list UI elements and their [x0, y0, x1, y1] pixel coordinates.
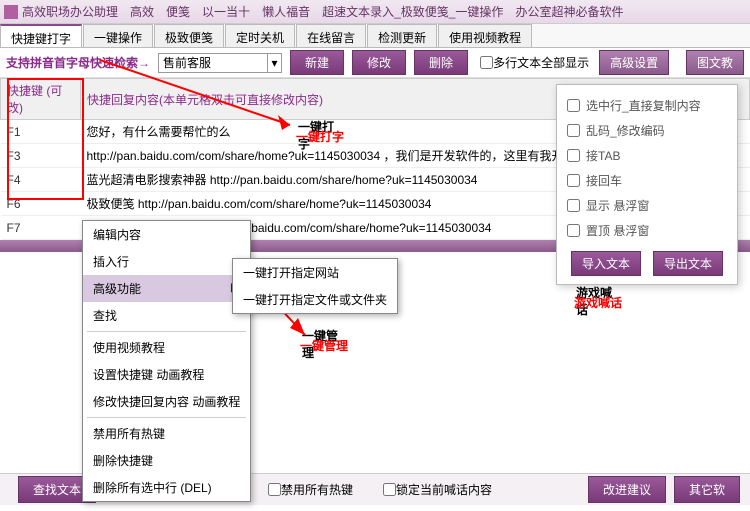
tab-feedback[interactable]: 在线留言 [296, 24, 366, 47]
opt-encoding[interactable]: 乱码_修改编码 [565, 118, 729, 143]
mi-find[interactable]: 查找 [83, 302, 250, 329]
mi-video[interactable]: 使用视频教程 [83, 334, 250, 361]
new-button[interactable]: 新建 [290, 50, 344, 75]
mi-edit[interactable]: 编辑内容 [83, 221, 250, 248]
opt-float[interactable]: 显示 悬浮窗 [565, 193, 729, 218]
lock-check[interactable]: 锁定当前喊话内容 [383, 481, 492, 498]
mi-openfile[interactable]: 一键打开指定文件或文件夹 [233, 286, 397, 313]
mi-editreply[interactable]: 修改快捷回复内容 动画教程 [83, 388, 250, 415]
multiline-checkbox[interactable] [480, 56, 493, 69]
title-part: 超速文本录入_极致便笺_一键操作 [322, 3, 503, 20]
mi-opensite[interactable]: 一键打开指定网站 [233, 259, 397, 286]
tabbar: 快捷键打字 一键操作 极致便笺 定时关机 在线留言 检测更新 使用视频教程 [0, 24, 750, 48]
title-part: 以一当十 [202, 3, 250, 20]
disable-all-check[interactable]: 禁用所有热键 [268, 481, 353, 498]
tab-shutdown[interactable]: 定时关机 [225, 24, 295, 47]
edit-button[interactable]: 修改 [352, 50, 406, 75]
opt-enter[interactable]: 接回车 [565, 168, 729, 193]
mi-advanced[interactable]: 高级功能▶ [83, 275, 250, 302]
tab-hotkey[interactable]: 快捷键打字 [0, 24, 82, 47]
mi-delsel[interactable]: 删除所有选中行 (DEL) [83, 474, 250, 501]
menu-sep [87, 331, 246, 332]
delete-button[interactable]: 删除 [414, 50, 468, 75]
import-button[interactable]: 导入文本 [571, 251, 641, 276]
suggest-button[interactable]: 改进建议 [588, 476, 666, 503]
mi-disableall[interactable]: 禁用所有热键 [83, 420, 250, 447]
anno-text-3: 游戏喊话游戏喊话 [574, 282, 622, 314]
mi-insert[interactable]: 插入行 [83, 248, 250, 275]
titlebar: 高效职场办公助理 高效 便笺 以一当十 懒人福音 超速文本录入_极致便笺_一键操… [0, 0, 750, 24]
context-menu: 编辑内容 插入行 高级功能▶ 查找 使用视频教程 设置快捷键 动画教程 修改快捷… [82, 220, 251, 502]
tab-video[interactable]: 使用视频教程 [438, 24, 532, 47]
advanced-panel: 选中行_直接复制内容 乱码_修改编码 接TAB 接回车 显示 悬浮窗 置顶 悬浮… [556, 84, 738, 285]
title-part: 高效 [130, 3, 154, 20]
mi-sethotkey[interactable]: 设置快捷键 动画教程 [83, 361, 250, 388]
tab-note[interactable]: 极致便笺 [154, 24, 224, 47]
title-part: 高效职场办公助理 [22, 3, 118, 20]
title-part: 懒人福音 [262, 3, 310, 20]
menu-sep [87, 417, 246, 418]
context-submenu: 一键打开指定网站 一键打开指定文件或文件夹 [232, 258, 398, 314]
app-icon [4, 5, 18, 19]
search-hint: 支持拼音首字母快速检索→ [6, 54, 150, 71]
title-part: 办公室超神必备软件 [515, 3, 623, 20]
toolbar: 支持拼音首字母快速检索→ ▾ 新建 修改 删除 多行文本全部显示 高级设置 图文… [0, 48, 750, 78]
opt-tab[interactable]: 接TAB [565, 143, 729, 168]
search-dropdown[interactable]: ▾ [268, 53, 282, 73]
search-input[interactable] [158, 53, 268, 73]
tab-oneclick[interactable]: 一键操作 [83, 24, 153, 47]
title-part: 便笺 [166, 3, 190, 20]
mi-delhotkey[interactable]: 删除快捷键 [83, 447, 250, 474]
export-button[interactable]: 导出文本 [653, 251, 723, 276]
multiline-check[interactable]: 多行文本全部显示 [480, 54, 589, 71]
advanced-button[interactable]: 高级设置 [599, 50, 669, 75]
imgtxt-button[interactable]: 图文教 [686, 50, 744, 75]
opt-copy[interactable]: 选中行_直接复制内容 [565, 93, 729, 118]
anno-text-2: 一键管理一键管理 [300, 325, 348, 357]
opt-top[interactable]: 置顶 悬浮窗 [565, 218, 729, 243]
other-button[interactable]: 其它软 [674, 476, 740, 503]
col-key: 快捷键 (可改) [1, 79, 81, 120]
tab-update[interactable]: 检测更新 [367, 24, 437, 47]
